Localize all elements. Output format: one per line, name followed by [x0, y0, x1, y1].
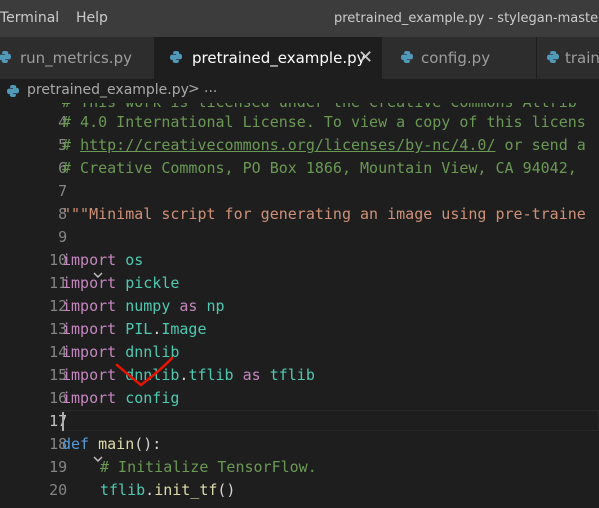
window-title: pretrained_example.py - stylegan-master … — [334, 11, 599, 26]
code-comment: # This work is licensed under the Creati… — [62, 103, 577, 111]
code-line: 8 """Minimal script for generating an im… — [0, 203, 599, 226]
editor-tab-bar: run_metrics.py pretrained_example.py ✕ c… — [0, 37, 599, 79]
code-docstring: """Minimal script for generating an imag… — [62, 205, 586, 223]
code-editor[interactable]: # This work is licensed under the Creati… — [0, 103, 599, 508]
code-line: 7 — [0, 180, 599, 203]
keyword-as: as — [179, 297, 198, 315]
line-number: 19 — [49, 458, 68, 476]
line-number: 7 — [58, 182, 68, 200]
code-line: 14 import dnnlib — [0, 341, 599, 364]
function-name: main — [98, 435, 135, 453]
module-alias: tflib — [269, 366, 315, 384]
module-name: os — [125, 251, 144, 269]
keyword-import: import — [62, 274, 117, 292]
code-comment: # Creative Commons, PO Box 1866, Mountai… — [62, 159, 577, 177]
text-cursor — [62, 412, 64, 431]
code-content: import pickle — [62, 274, 179, 292]
code-content: import config — [62, 389, 179, 407]
code-line: 9 — [0, 226, 599, 249]
code-content: import PIL.Image — [62, 320, 207, 338]
module-name: PIL — [125, 320, 153, 338]
keyword-def: def — [62, 435, 90, 453]
title-bar: Terminal Help pretrained_example.py - st… — [0, 0, 599, 37]
module-name: Image — [161, 320, 207, 338]
code-content: def main(): — [62, 435, 161, 453]
tab-pretrained-example[interactable]: pretrained_example.py ✕ — [155, 37, 382, 79]
menu-terminal[interactable]: Terminal — [0, 10, 59, 26]
dot-operator: . — [152, 320, 162, 338]
module-name: numpy — [125, 297, 171, 315]
punctuation: (): — [134, 435, 162, 453]
code-line: 4 # 4.0 International License. To view a… — [0, 111, 599, 134]
code-content: import dnnlib — [62, 343, 179, 361]
code-line: 19 # Initialize TensorFlow. — [0, 456, 599, 479]
code-line: 16 import config — [0, 387, 599, 410]
keyword-as: as — [242, 366, 261, 384]
module-name: tflib — [188, 366, 234, 384]
tab-label: run_metrics.py — [20, 49, 132, 67]
code-line: 12 import numpy as np — [0, 295, 599, 318]
module-name: tflib — [100, 481, 146, 499]
code-line: 10 import os — [0, 249, 599, 278]
tab-run-metrics[interactable]: run_metrics.py — [0, 37, 155, 79]
keyword-import: import — [62, 389, 117, 407]
chevron-right-icon: > — [188, 81, 200, 97]
python-file-icon — [6, 84, 20, 102]
code-line: 11 import pickle — [0, 272, 599, 295]
license-link[interactable]: http://creativecommons.org/licenses/by-n… — [80, 136, 495, 154]
line-number: 9 — [58, 228, 68, 246]
dot-operator: . — [145, 481, 155, 499]
code-comment: # 4.0 International License. To view a c… — [62, 113, 586, 131]
code-line: 6 # Creative Commons, PO Box 1866, Mount… — [0, 157, 599, 180]
code-content: import numpy as np — [62, 297, 225, 315]
code-content: import dnnlib.tflib as tflib — [62, 366, 315, 384]
code-content: # http://creativecommons.org/licenses/by… — [62, 136, 586, 154]
code-line: 13 import PIL.Image — [0, 318, 599, 341]
module-name: config — [125, 389, 180, 407]
module-name: pickle — [125, 274, 180, 292]
code-comment: # — [62, 136, 81, 154]
tab-label: pretrained_example.py — [192, 49, 366, 67]
line-number: 20 — [49, 481, 68, 499]
punctuation: () — [217, 481, 236, 499]
python-file-icon — [169, 50, 183, 68]
tab-label: train. — [565, 49, 599, 67]
function-name: init_tf — [154, 481, 218, 499]
tab-config[interactable]: config.py — [382, 37, 537, 79]
keyword-import: import — [62, 251, 117, 269]
code-comment: or send a — [495, 136, 586, 154]
code-content: # Initialize TensorFlow. — [100, 458, 317, 476]
code-content: tflib.init_tf() — [100, 481, 235, 499]
breadcrumb-file[interactable]: pretrained_example.py — [27, 82, 189, 98]
module-name: dnnlib — [125, 343, 180, 361]
python-file-icon — [400, 50, 414, 68]
module-name: dnnlib — [125, 366, 180, 384]
breadcrumb-more[interactable]: ... — [204, 80, 217, 96]
keyword-import: import — [62, 366, 117, 384]
code-line: 5 # http://creativecommons.org/licenses/… — [0, 134, 599, 157]
code-line: 18 def main(): — [0, 433, 599, 462]
python-file-icon — [546, 50, 560, 68]
keyword-import: import — [62, 320, 117, 338]
close-icon[interactable]: ✕ — [358, 47, 373, 68]
code-content: import os — [62, 251, 143, 269]
breadcrumb: pretrained_example.py > ... — [0, 79, 599, 103]
keyword-import: import — [62, 297, 117, 315]
keyword-import: import — [62, 343, 117, 361]
module-alias: np — [206, 297, 225, 315]
code-line: 20 tflib.init_tf() — [0, 479, 599, 502]
code-line: 15 import dnnlib.tflib as tflib — [0, 364, 599, 387]
tab-label: config.py — [421, 49, 491, 67]
code-line-current: 17 — [0, 410, 599, 433]
tab-train[interactable]: train. — [537, 37, 599, 79]
python-file-icon — [0, 50, 12, 68]
code-comment: # Initialize TensorFlow. — [100, 458, 317, 476]
menu-help[interactable]: Help — [76, 10, 108, 26]
current-line-highlight — [60, 410, 599, 431]
